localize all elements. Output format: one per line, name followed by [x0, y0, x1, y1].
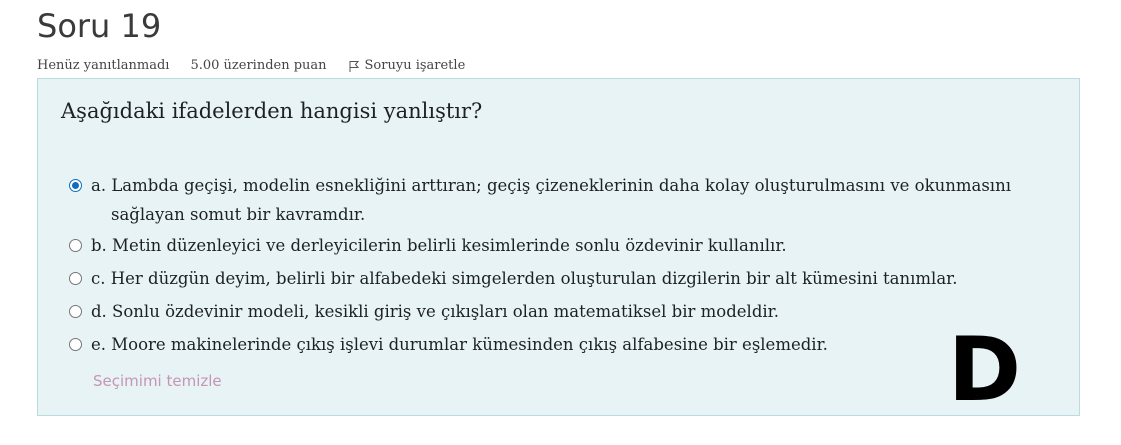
flag-icon: [349, 60, 359, 72]
clear-choice-link[interactable]: Seçimimi temizle: [93, 372, 222, 390]
answer-text-e: e. Moore makinelerinde çıkış işlevi duru…: [91, 335, 828, 354]
answer-text-c: c. Her düzgün deyim, belirli bir alfabed…: [91, 269, 958, 288]
answer-text-d: d. Sonlu özdevinir modeli, kesikli giriş…: [91, 302, 779, 321]
radio-e[interactable]: [69, 338, 82, 351]
answer-letter-overlay: D: [948, 318, 1022, 421]
radio-d[interactable]: [69, 305, 82, 318]
radio-b[interactable]: [69, 239, 82, 252]
flag-question-link[interactable]: Soruyu işaretle: [348, 58, 466, 73]
answer-text-a: a. Lambda geçişi, modelin esnekliğini ar…: [91, 171, 1011, 229]
question-info: Henüz yanıtlanmadı 5.00 üzerinden puan S…: [37, 58, 465, 73]
question-status: Henüz yanıtlanmadı: [37, 58, 170, 73]
question-panel: Aşağıdaki ifadelerden hangisi yanlıştır?…: [37, 78, 1080, 416]
answer-list: a. Lambda geçişi, modelin esnekliğini ar…: [69, 171, 1069, 363]
radio-a[interactable]: [69, 179, 82, 192]
answer-option-c[interactable]: c. Her düzgün deyim, belirli bir alfabed…: [69, 264, 1069, 293]
answer-option-a[interactable]: a. Lambda geçişi, modelin esnekliğini ar…: [69, 171, 1069, 229]
question-header: Soru 19: [37, 6, 161, 46]
answer-text-a-line1: a. Lambda geçişi, modelin esnekliğini ar…: [91, 176, 1011, 195]
question-title: Soru 19: [37, 7, 162, 45]
answer-option-b[interactable]: b. Metin düzenleyici ve derleyicilerin b…: [69, 231, 1069, 260]
answer-text-a-line2: sağlayan somut bir kavramdır.: [111, 205, 366, 224]
flag-question-label: Soruyu işaretle: [364, 58, 466, 73]
radio-c[interactable]: [69, 272, 82, 285]
answer-option-d[interactable]: d. Sonlu özdevinir modeli, kesikli giriş…: [69, 297, 1069, 326]
answer-text-b: b. Metin düzenleyici ve derleyicilerin b…: [91, 236, 787, 255]
question-text: Aşağıdaki ifadelerden hangisi yanlıştır?: [61, 99, 483, 123]
question-points: 5.00 üzerinden puan: [190, 58, 327, 73]
answer-option-e[interactable]: e. Moore makinelerinde çıkış işlevi duru…: [69, 330, 1069, 359]
